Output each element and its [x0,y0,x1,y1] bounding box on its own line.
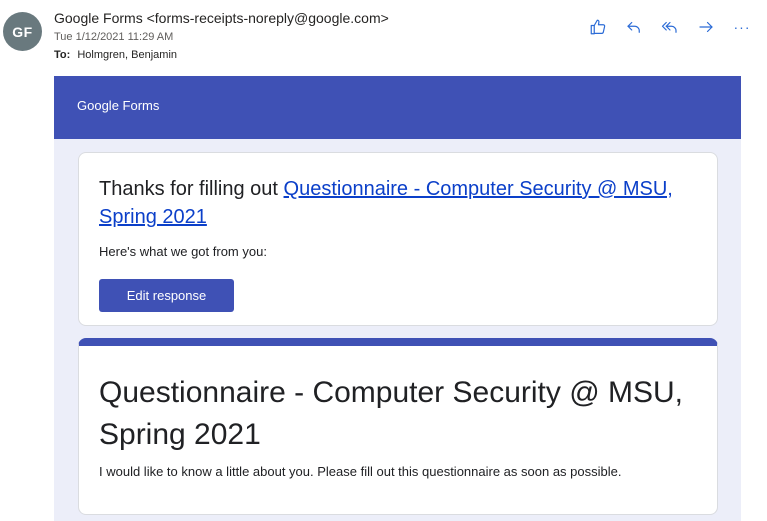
email-body: Google Forms Thanks for filling out Ques… [54,76,741,521]
forward-button[interactable] [695,16,717,38]
reply-button[interactable] [623,16,645,38]
thumbs-up-icon [590,19,606,35]
form-summary-card: Questionnaire - Computer Security @ MSU,… [78,338,718,515]
recipient-line: To: Holmgren, Benjamin [54,49,177,61]
email-actions: ··· [587,16,753,38]
forms-banner: Google Forms [54,76,741,139]
email-date: Tue 1/12/2021 11:29 AM [54,31,174,43]
receipt-card: Thanks for filling out Questionnaire - C… [78,152,718,326]
thanks-prefix: Thanks for filling out [99,178,284,200]
forward-icon [699,21,713,33]
avatar[interactable]: GF [3,12,42,51]
edit-response-button[interactable]: Edit response [99,279,234,312]
like-button[interactable] [587,16,609,38]
reply-icon [627,21,640,33]
more-icon: ··· [733,19,751,35]
form-description: I would like to know a little about you.… [99,464,622,479]
to-label: To: [54,49,71,61]
banner-title: Google Forms [77,98,160,113]
more-actions-button[interactable]: ··· [731,16,753,38]
reply-all-button[interactable] [659,16,681,38]
thanks-message: Thanks for filling out Questionnaire - C… [99,175,689,231]
reply-all-icon [661,21,677,33]
email-header: GF Google Forms <forms-receipts-noreply@… [0,0,767,76]
form-title: Questionnaire - Computer Security @ MSU,… [99,376,683,451]
recipient-name[interactable]: Holmgren, Benjamin [77,49,177,61]
sender-address[interactable]: Google Forms <forms-receipts-noreply@goo… [54,10,389,26]
response-intro: Here's what we got from you: [99,244,267,259]
